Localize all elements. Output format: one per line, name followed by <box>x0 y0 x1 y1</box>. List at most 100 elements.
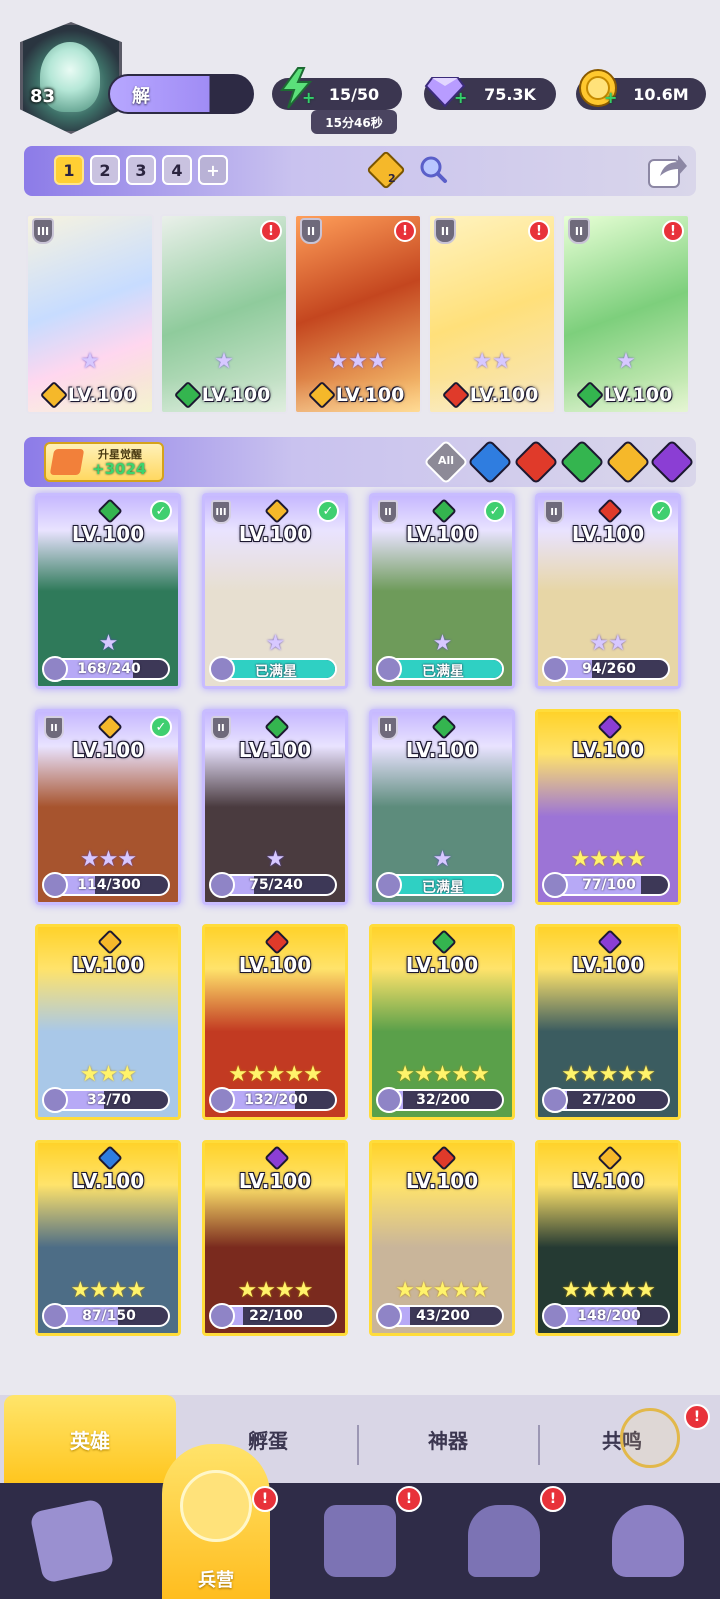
hero-card[interactable]: LV.100 ★★★★ 77/100 <box>535 709 681 905</box>
coins-plus-icon[interactable]: + <box>604 88 617 107</box>
shard-icon <box>42 656 68 682</box>
gems-plus-icon[interactable]: + <box>454 88 467 107</box>
magnifier-icon[interactable] <box>418 154 448 184</box>
shard-icon <box>376 872 402 898</box>
rank-badge: II <box>568 218 590 244</box>
hero-stars: ★ <box>80 349 100 374</box>
water-element-icon <box>97 1145 123 1171</box>
shard-icon <box>209 872 235 898</box>
temple-icon <box>468 1505 540 1577</box>
hero-stars: ★ <box>432 847 453 872</box>
check-icon: ✓ <box>650 500 672 522</box>
hero-level: LV.100 <box>201 384 271 406</box>
mushroom-house-icon <box>612 1505 684 1577</box>
rank-badge: II <box>434 218 456 244</box>
light-element-icon <box>97 929 123 955</box>
hero-level-row: LV.100 <box>564 378 688 412</box>
shard-icon <box>376 656 402 682</box>
rank-badge: II <box>44 716 64 740</box>
hero-card[interactable]: LV.100 ★★★ 32/70 <box>35 924 181 1120</box>
share-icon[interactable] <box>646 150 688 190</box>
team-tab-3[interactable]: 3 <box>126 155 156 185</box>
rank-badge: II <box>378 500 398 524</box>
hero-card[interactable]: II LV.100 ★ 75/240 <box>202 709 348 905</box>
check-icon: ✓ <box>484 500 506 522</box>
rank-badge: III <box>211 500 231 524</box>
team-hero-card[interactable]: ! ★ LV.100 <box>160 214 288 414</box>
light-element-icon <box>39 380 68 410</box>
hero-card[interactable]: LV.100 ★★★★ 87/150 <box>35 1140 181 1336</box>
hero-card[interactable]: LV.100 ★★★★★ 27/200 <box>535 924 681 1120</box>
hero-card[interactable]: II ✓ LV.100 ★ 已满星 <box>369 493 515 689</box>
hero-card[interactable]: II LV.100 ★ 已满星 <box>369 709 515 905</box>
hero-level: LV.100 <box>238 953 312 977</box>
hero-stars: ★★★★★ <box>561 1278 656 1303</box>
hero-level: LV.100 <box>71 1169 145 1193</box>
player-name-bar[interactable] <box>108 74 254 114</box>
shard-icon <box>376 1303 402 1329</box>
fire-element-icon <box>431 1145 457 1171</box>
energy-value: 15/50 <box>328 84 380 104</box>
hero-level: LV.100 <box>238 738 312 762</box>
hero-card[interactable]: ✓ LV.100 ★ 168/240 <box>35 493 181 689</box>
hero-level: LV.100 <box>335 384 405 406</box>
energy-plus-icon[interactable]: + <box>302 88 315 107</box>
hero-stars: ★★★ <box>328 349 388 374</box>
shard-icon <box>42 1087 68 1113</box>
hero-level: LV.100 <box>71 953 145 977</box>
hero-card[interactable]: LV.100 ★★★★★ 148/200 <box>535 1140 681 1336</box>
hero-card[interactable]: II ✓ LV.100 ★★ 94/260 <box>535 493 681 689</box>
player-level: 83 <box>30 86 56 107</box>
team-hero-card[interactable]: II! ★★ LV.100 <box>428 214 556 414</box>
shard-icon <box>209 1303 235 1329</box>
team-bar <box>24 146 696 196</box>
temple-alert-icon: ! <box>540 1486 566 1512</box>
team-tab-1[interactable]: 1 <box>54 155 84 185</box>
fire-element-icon <box>597 498 623 524</box>
team-tab-add[interactable]: + <box>198 155 228 185</box>
nav-cards[interactable] <box>0 1483 144 1599</box>
hero-level: LV.100 <box>571 522 645 546</box>
resonance-circle-icon <box>620 1408 680 1468</box>
hero-stars: ★ <box>616 349 636 374</box>
hero-card[interactable]: LV.100 ★★★★★ 132/200 <box>202 924 348 1120</box>
hero-stars: ★★★★ <box>70 1278 147 1303</box>
hero-card[interactable]: LV.100 ★★★★★ 43/200 <box>369 1140 515 1336</box>
hero-stars: ★ <box>265 631 286 656</box>
tab-artifacts[interactable]: 神器 <box>362 1395 534 1483</box>
team-hero-card[interactable]: II! ★ LV.100 <box>562 214 690 414</box>
sword-icon <box>49 449 85 475</box>
shard-icon <box>542 1087 568 1113</box>
hero-card[interactable]: III ✓ LV.100 ★ 已满星 <box>202 493 348 689</box>
hero-stars: ★★★★★ <box>561 1062 656 1087</box>
nav-barracks-label: 兵营 <box>198 1570 234 1591</box>
hero-card[interactable]: II ✓ LV.100 ★★★ 114/300 <box>35 709 181 905</box>
wind-element-icon <box>431 929 457 955</box>
light-element-icon <box>264 498 290 524</box>
dark-element-icon <box>597 929 623 955</box>
hero-level: LV.100 <box>71 522 145 546</box>
nav-mushroom-house[interactable] <box>576 1483 720 1599</box>
hero-level: LV.100 <box>405 1169 479 1193</box>
team-tab-2[interactable]: 2 <box>90 155 120 185</box>
hero-stars: ★★★★ <box>237 1278 314 1303</box>
team-tab-4[interactable]: 4 <box>162 155 192 185</box>
hero-stars: ★ <box>214 349 234 374</box>
map-icon <box>324 1505 396 1577</box>
dark-element-icon <box>264 1145 290 1171</box>
rank-badge: II <box>300 218 322 244</box>
hero-level: LV.100 <box>71 738 145 762</box>
shard-icon <box>542 656 568 682</box>
hero-card[interactable]: LV.100 ★★★★★ 32/200 <box>369 924 515 1120</box>
hero-stars: ★ <box>98 631 119 656</box>
dark-element-icon <box>597 714 623 740</box>
hero-stars: ★ <box>432 631 453 656</box>
team-hero-card[interactable]: II! ★★★ LV.100 <box>294 214 422 414</box>
team-hero-card[interactable]: III ★ LV.100 <box>26 214 154 414</box>
barracks-icon <box>180 1470 252 1542</box>
hero-card[interactable]: LV.100 ★★★★ 22/100 <box>202 1140 348 1336</box>
hero-stars: ★★ <box>589 631 627 656</box>
hero-level-row: LV.100 <box>28 378 152 412</box>
alert-icon: ! <box>260 220 282 242</box>
team-bonus-badge: 2 <box>388 172 396 185</box>
